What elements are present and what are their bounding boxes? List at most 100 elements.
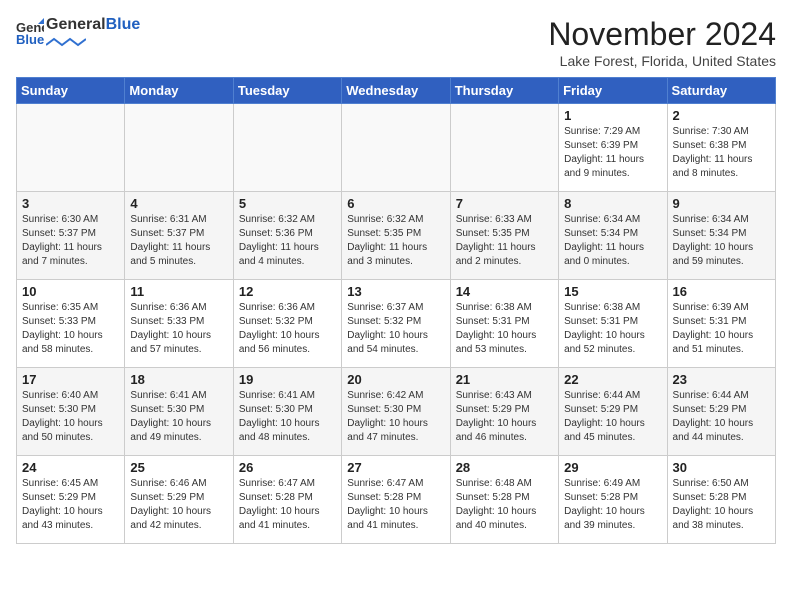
calendar-week-row: 10 Sunrise: 6:35 AMSunset: 5:33 PMDayligh… (17, 280, 776, 368)
calendar-cell: 3Sunrise: 6:30 AMSunset: 5:37 PMDaylight… (17, 192, 125, 280)
calendar-cell: 22Sunrise: 6:44 AMSunset: 5:29 PMDayligh… (559, 368, 667, 456)
day-number: 23 (673, 372, 770, 387)
calendar-cell: 19 Sunrise: 6:41 AMSunset: 5:30 PMDayligh… (233, 368, 341, 456)
day-number: 13 (347, 284, 444, 299)
logo: General Blue GeneralBlue (16, 16, 140, 52)
day-info: Sunrise: 6:39 AMSunset: 5:31 PMDaylight:… (673, 301, 770, 357)
day-number: 1 (564, 108, 661, 123)
calendar-cell: 26Sunrise: 6:47 AMSunset: 5:28 PMDayligh… (233, 456, 341, 544)
logo-wave-icon (46, 37, 86, 47)
calendar-cell: 12Sunrise: 6:36 AMSunset: 5:32 PMDayligh… (233, 280, 341, 368)
title-block: November 2024 Lake Forest, Florida, Unit… (548, 16, 776, 69)
day-number: 28 (456, 460, 553, 475)
day-info: Sunrise: 6:47 AMSunset: 5:28 PMDaylight:… (239, 477, 336, 533)
calendar-cell: 24 Sunrise: 6:45 AMSunset: 5:29 PMDayligh… (17, 456, 125, 544)
calendar-cell (125, 104, 233, 192)
calendar-week-row: 3Sunrise: 6:30 AMSunset: 5:37 PMDaylight… (17, 192, 776, 280)
day-number: 10 (22, 284, 119, 299)
day-number: 2 (673, 108, 770, 123)
calendar-cell: 2 Sunrise: 7:30 AMSunset: 6:38 PMDaylight… (667, 104, 775, 192)
day-number: 4 (130, 196, 227, 211)
day-number: 19 (239, 372, 336, 387)
day-info: Sunrise: 6:37 AMSunset: 5:32 PMDaylight:… (347, 301, 444, 357)
calendar-cell: 15Sunrise: 6:38 AMSunset: 5:31 PMDayligh… (559, 280, 667, 368)
calendar-table: SundayMondayTuesdayWednesdayThursdayFrid… (16, 77, 776, 544)
day-number: 11 (130, 284, 227, 299)
logo-icon: General Blue (16, 18, 44, 46)
calendar-cell: 8 Sunrise: 6:34 AMSunset: 5:34 PMDaylight… (559, 192, 667, 280)
calendar-cell: 1 Sunrise: 7:29 AMSunset: 6:39 PMDaylight… (559, 104, 667, 192)
day-number: 18 (130, 372, 227, 387)
calendar-cell: 27Sunrise: 6:47 AMSunset: 5:28 PMDayligh… (342, 456, 450, 544)
calendar-cell (450, 104, 558, 192)
calendar-week-row: 24 Sunrise: 6:45 AMSunset: 5:29 PMDayligh… (17, 456, 776, 544)
day-number: 30 (673, 460, 770, 475)
day-info: Sunrise: 6:40 AMSunset: 5:30 PMDaylight:… (22, 389, 119, 445)
column-header-tuesday: Tuesday (233, 78, 341, 104)
logo-blue-text: Blue (106, 16, 141, 33)
day-info: Sunrise: 6:34 AMSunset: 5:34 PMDaylight:… (564, 213, 661, 269)
day-info: Sunrise: 6:46 AMSunset: 5:29 PMDaylight:… (130, 477, 227, 533)
day-info: Sunrise: 6:48 AMSunset: 5:28 PMDaylight:… (456, 477, 553, 533)
calendar-cell: 20Sunrise: 6:42 AMSunset: 5:30 PMDayligh… (342, 368, 450, 456)
svg-text:Blue: Blue (16, 32, 44, 46)
day-number: 5 (239, 196, 336, 211)
day-info: Sunrise: 6:32 AMSunset: 5:36 PMDaylight:… (239, 213, 336, 269)
calendar-cell: 6 Sunrise: 6:32 AMSunset: 5:35 PMDaylight… (342, 192, 450, 280)
day-number: 9 (673, 196, 770, 211)
calendar-cell: 30 Sunrise: 6:50 AMSunset: 5:28 PMDayligh… (667, 456, 775, 544)
day-number: 21 (456, 372, 553, 387)
day-info: Sunrise: 6:45 AMSunset: 5:29 PMDaylight:… (22, 477, 119, 533)
day-info: Sunrise: 6:41 AMSunset: 5:30 PMDaylight:… (130, 389, 227, 445)
day-info: Sunrise: 6:49 AMSunset: 5:28 PMDaylight:… (564, 477, 661, 533)
column-header-friday: Friday (559, 78, 667, 104)
calendar-cell: 4 Sunrise: 6:31 AMSunset: 5:37 PMDaylight… (125, 192, 233, 280)
calendar-week-row: 17Sunrise: 6:40 AMSunset: 5:30 PMDayligh… (17, 368, 776, 456)
day-info: Sunrise: 6:36 AMSunset: 5:32 PMDaylight:… (239, 301, 336, 357)
calendar-cell (342, 104, 450, 192)
calendar-cell: 23 Sunrise: 6:44 AMSunset: 5:29 PMDayligh… (667, 368, 775, 456)
calendar-cell: 10 Sunrise: 6:35 AMSunset: 5:33 PMDayligh… (17, 280, 125, 368)
calendar-week-row: 1 Sunrise: 7:29 AMSunset: 6:39 PMDaylight… (17, 104, 776, 192)
day-info: Sunrise: 6:43 AMSunset: 5:29 PMDaylight:… (456, 389, 553, 445)
calendar-cell: 13 Sunrise: 6:37 AMSunset: 5:32 PMDayligh… (342, 280, 450, 368)
day-number: 7 (456, 196, 553, 211)
day-info: Sunrise: 6:31 AMSunset: 5:37 PMDaylight:… (130, 213, 227, 269)
calendar-cell: 25 Sunrise: 6:46 AMSunset: 5:29 PMDayligh… (125, 456, 233, 544)
day-number: 6 (347, 196, 444, 211)
day-info: Sunrise: 7:30 AMSunset: 6:38 PMDaylight:… (673, 125, 770, 181)
column-header-thursday: Thursday (450, 78, 558, 104)
day-info: Sunrise: 6:32 AMSunset: 5:35 PMDaylight:… (347, 213, 444, 269)
calendar-cell (17, 104, 125, 192)
day-info: Sunrise: 6:44 AMSunset: 5:29 PMDaylight:… (673, 389, 770, 445)
day-info: Sunrise: 6:35 AMSunset: 5:33 PMDaylight:… (22, 301, 119, 357)
page-header: General Blue GeneralBlue November 2024 L… (16, 16, 776, 69)
day-number: 29 (564, 460, 661, 475)
day-info: Sunrise: 6:50 AMSunset: 5:28 PMDaylight:… (673, 477, 770, 533)
day-info: Sunrise: 6:36 AMSunset: 5:33 PMDaylight:… (130, 301, 227, 357)
calendar-header-row: SundayMondayTuesdayWednesdayThursdayFrid… (17, 78, 776, 104)
day-info: Sunrise: 6:44 AMSunset: 5:29 PMDaylight:… (564, 389, 661, 445)
calendar-cell: 11 Sunrise: 6:36 AMSunset: 5:33 PMDayligh… (125, 280, 233, 368)
day-number: 3 (22, 196, 119, 211)
calendar-cell: 21 Sunrise: 6:43 AMSunset: 5:29 PMDayligh… (450, 368, 558, 456)
day-info: Sunrise: 6:38 AMSunset: 5:31 PMDaylight:… (456, 301, 553, 357)
day-info: Sunrise: 6:33 AMSunset: 5:35 PMDaylight:… (456, 213, 553, 269)
day-number: 24 (22, 460, 119, 475)
column-header-wednesday: Wednesday (342, 78, 450, 104)
day-info: Sunrise: 6:41 AMSunset: 5:30 PMDaylight:… (239, 389, 336, 445)
calendar-cell (233, 104, 341, 192)
day-info: Sunrise: 7:29 AMSunset: 6:39 PMDaylight:… (564, 125, 661, 181)
day-number: 15 (564, 284, 661, 299)
calendar-cell: 9 Sunrise: 6:34 AMSunset: 5:34 PMDaylight… (667, 192, 775, 280)
day-number: 16 (673, 284, 770, 299)
calendar-cell: 7 Sunrise: 6:33 AMSunset: 5:35 PMDaylight… (450, 192, 558, 280)
day-number: 27 (347, 460, 444, 475)
day-info: Sunrise: 6:34 AMSunset: 5:34 PMDaylight:… (673, 213, 770, 269)
day-number: 8 (564, 196, 661, 211)
logo-general-text: General (46, 16, 106, 33)
day-number: 25 (130, 460, 227, 475)
column-header-saturday: Saturday (667, 78, 775, 104)
calendar-cell: 5 Sunrise: 6:32 AMSunset: 5:36 PMDaylight… (233, 192, 341, 280)
calendar-cell: 17Sunrise: 6:40 AMSunset: 5:30 PMDayligh… (17, 368, 125, 456)
